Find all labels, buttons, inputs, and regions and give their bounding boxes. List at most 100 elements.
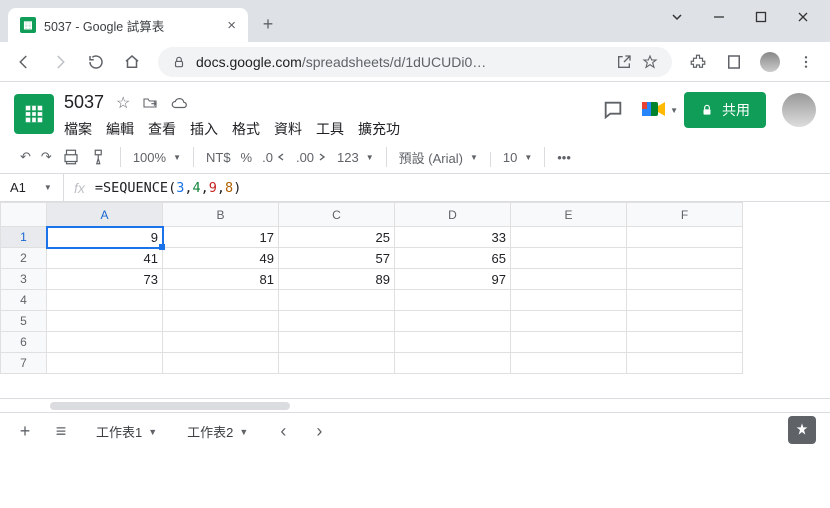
- reload-icon[interactable]: [86, 52, 106, 72]
- row-header[interactable]: 2: [1, 248, 47, 269]
- add-sheet-button[interactable]: +: [10, 417, 40, 447]
- back-icon[interactable]: [14, 52, 34, 72]
- cloud-icon[interactable]: [170, 94, 188, 112]
- profile-avatar-icon[interactable]: [760, 52, 780, 72]
- url-bar[interactable]: docs.google.com/spreadsheets/d/1dUCUDi0…: [158, 47, 672, 77]
- chevron-down-icon[interactable]: [670, 10, 684, 24]
- menu-insert[interactable]: 插入: [190, 119, 218, 139]
- new-tab-button[interactable]: +: [254, 10, 282, 38]
- row-header[interactable]: 6: [1, 332, 47, 353]
- menu-data[interactable]: 資料: [274, 119, 302, 139]
- decrease-decimal-button[interactable]: .0: [262, 150, 286, 165]
- print-button[interactable]: [62, 148, 80, 166]
- row-header[interactable]: 4: [1, 290, 47, 311]
- tab-scroll-right-icon[interactable]: ›: [304, 417, 334, 447]
- menu-extensions[interactable]: 擴充功: [358, 119, 400, 139]
- home-icon[interactable]: [122, 52, 142, 72]
- currency-button[interactable]: NT$: [206, 150, 231, 165]
- column-header[interactable]: D: [395, 203, 511, 227]
- account-avatar-icon[interactable]: [782, 93, 816, 127]
- cell[interactable]: [395, 353, 511, 374]
- share-button[interactable]: 共用: [684, 92, 766, 128]
- cell[interactable]: [511, 353, 627, 374]
- explore-button[interactable]: [788, 416, 816, 444]
- cell[interactable]: [47, 332, 163, 353]
- cell[interactable]: [279, 311, 395, 332]
- row-header[interactable]: 7: [1, 353, 47, 374]
- cell[interactable]: [47, 353, 163, 374]
- bookmark-icon[interactable]: [642, 54, 658, 70]
- column-header[interactable]: A: [47, 203, 163, 227]
- tab-scroll-left-icon[interactable]: ‹: [268, 417, 298, 447]
- sheet-tab[interactable]: 工作表1▼: [82, 417, 171, 447]
- zoom-select[interactable]: 100%: [133, 150, 181, 165]
- minimize-icon[interactable]: [712, 10, 726, 24]
- font-select[interactable]: 預設 (Arial): [399, 148, 478, 167]
- sheets-logo-icon[interactable]: [14, 94, 54, 134]
- menu-edit[interactable]: 編輯: [106, 119, 134, 139]
- cell[interactable]: 89: [279, 269, 395, 290]
- cell[interactable]: [627, 353, 743, 374]
- browser-tab[interactable]: ▦ 5037 - Google 試算表 ×: [8, 8, 248, 42]
- comments-icon[interactable]: [602, 99, 624, 121]
- sheet-tab[interactable]: 工作表2▼: [173, 417, 262, 447]
- undo-button[interactable]: ↶: [20, 149, 31, 165]
- close-window-icon[interactable]: [796, 10, 810, 24]
- menu-view[interactable]: 查看: [148, 119, 176, 139]
- cell[interactable]: 97: [395, 269, 511, 290]
- cell[interactable]: [163, 332, 279, 353]
- paint-format-button[interactable]: [90, 148, 108, 166]
- cell[interactable]: 49: [163, 248, 279, 269]
- cell[interactable]: 41: [47, 248, 163, 269]
- column-header[interactable]: B: [163, 203, 279, 227]
- cell[interactable]: 73: [47, 269, 163, 290]
- column-header[interactable]: E: [511, 203, 627, 227]
- share-url-icon[interactable]: [616, 54, 632, 70]
- cell[interactable]: [511, 269, 627, 290]
- kebab-menu-icon[interactable]: [796, 52, 816, 72]
- cell[interactable]: [511, 227, 627, 248]
- star-icon[interactable]: ☆: [116, 93, 130, 113]
- cell[interactable]: [395, 311, 511, 332]
- cell[interactable]: [627, 311, 743, 332]
- move-icon[interactable]: [142, 95, 158, 111]
- font-size-select[interactable]: 10: [503, 150, 532, 165]
- cell[interactable]: [627, 248, 743, 269]
- column-header[interactable]: F: [627, 203, 743, 227]
- cell[interactable]: [627, 269, 743, 290]
- maximize-icon[interactable]: [754, 10, 768, 24]
- cell[interactable]: [511, 332, 627, 353]
- cell[interactable]: [511, 311, 627, 332]
- cell[interactable]: [511, 290, 627, 311]
- extensions-icon[interactable]: [688, 52, 708, 72]
- meet-icon[interactable]: ▼: [640, 98, 668, 122]
- cell[interactable]: [47, 311, 163, 332]
- cell[interactable]: [395, 290, 511, 311]
- menu-format[interactable]: 格式: [232, 119, 260, 139]
- cell[interactable]: 65: [395, 248, 511, 269]
- cell[interactable]: 81: [163, 269, 279, 290]
- cell[interactable]: [279, 353, 395, 374]
- menu-tools[interactable]: 工具: [316, 119, 344, 139]
- cell[interactable]: 57: [279, 248, 395, 269]
- row-header[interactable]: 3: [1, 269, 47, 290]
- close-tab-icon[interactable]: ×: [227, 17, 236, 34]
- menu-file[interactable]: 檔案: [64, 119, 92, 139]
- column-header[interactable]: C: [279, 203, 395, 227]
- cell[interactable]: 9: [47, 227, 163, 248]
- cell[interactable]: [47, 290, 163, 311]
- cell[interactable]: [163, 311, 279, 332]
- formula-input[interactable]: =SEQUENCE(3,4,9,8): [95, 180, 241, 196]
- cell[interactable]: [395, 332, 511, 353]
- spreadsheet-grid[interactable]: ABCDEF191725332414957653738189974567: [0, 202, 830, 398]
- cell[interactable]: [627, 290, 743, 311]
- row-header[interactable]: 1: [1, 227, 47, 248]
- cell[interactable]: 17: [163, 227, 279, 248]
- all-sheets-button[interactable]: ≡: [46, 417, 76, 447]
- horizontal-scrollbar[interactable]: [0, 398, 830, 412]
- doc-title[interactable]: 5037: [64, 92, 104, 113]
- row-header[interactable]: 5: [1, 311, 47, 332]
- more-formats-button[interactable]: 123: [337, 150, 374, 165]
- cell[interactable]: [279, 332, 395, 353]
- cell[interactable]: [627, 227, 743, 248]
